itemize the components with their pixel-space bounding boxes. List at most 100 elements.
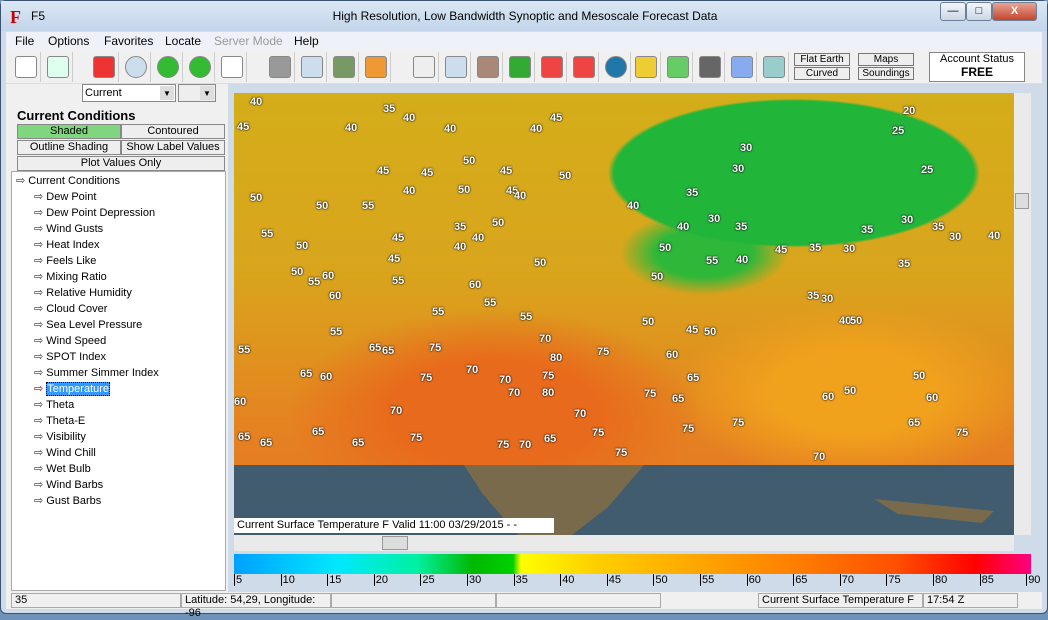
menu-locate[interactable]: Locate bbox=[165, 34, 201, 48]
tree-item-label: Current Conditions bbox=[28, 175, 120, 187]
tree-root[interactable]: ⇨ Current Conditions bbox=[16, 174, 120, 187]
map-value-label: 50 bbox=[463, 155, 476, 167]
tree-item-theta[interactable]: ⇨ Theta bbox=[34, 398, 74, 411]
tree-item-wet-bulb[interactable]: ⇨ Wet Bulb bbox=[34, 462, 91, 475]
minimize-button[interactable]: — bbox=[940, 2, 966, 21]
tree-item-theta-e[interactable]: ⇨ Theta-E bbox=[34, 414, 85, 427]
chevron-down-icon[interactable]: ▼ bbox=[200, 86, 214, 100]
tree-item-visibility[interactable]: ⇨ Visibility bbox=[34, 430, 86, 443]
map-value-label: 70 bbox=[539, 333, 552, 345]
satellite-button[interactable] bbox=[695, 52, 725, 82]
tree-item-summer-simmer-index[interactable]: ⇨ Summer Simmer Index bbox=[34, 366, 159, 379]
map-value-label: 65 bbox=[352, 437, 365, 449]
weather-map[interactable]: 40 35 40 45 40 40 40 45 20 25 30 50 30 25 50 45 45 45 50 35… bbox=[234, 93, 1014, 535]
map-value-label: 75 bbox=[410, 432, 423, 444]
tree-item-wind-gusts[interactable]: ⇨ Wind Gusts bbox=[34, 222, 103, 235]
curved-toggle[interactable]: Curved bbox=[794, 67, 850, 80]
scroll-thumb[interactable] bbox=[382, 536, 408, 550]
product-tree: ⇨ Current Conditions ⇨ Dew Point ⇨ Dew Poi… bbox=[11, 171, 226, 591]
tree-item-sea-level-pressure[interactable]: ⇨ Sea Level Pressure bbox=[34, 318, 142, 331]
tree-item-label: Mixing Ratio bbox=[46, 271, 107, 283]
map-value-label: 35 bbox=[735, 221, 748, 233]
tree-item-wind-chill[interactable]: ⇨ Wind Chill bbox=[34, 446, 96, 459]
tree-item-dew-point[interactable]: ⇨ Dew Point bbox=[34, 190, 96, 203]
clock-button[interactable] bbox=[121, 52, 151, 82]
colorbar-tick-label: 60 bbox=[746, 574, 761, 586]
zoom-out-button[interactable] bbox=[569, 52, 599, 82]
plane-button[interactable] bbox=[631, 52, 661, 82]
calculator-button[interactable] bbox=[727, 52, 757, 82]
map-vertical-scrollbar[interactable] bbox=[1014, 93, 1031, 535]
maps-toggle[interactable]: Maps bbox=[858, 53, 914, 66]
map-value-label: 70 bbox=[574, 408, 587, 420]
arrow-icon: ⇨ bbox=[34, 191, 47, 203]
back-arrow-button[interactable] bbox=[153, 52, 183, 82]
map-value-label: 50 bbox=[659, 242, 672, 254]
chevron-down-icon[interactable]: ▼ bbox=[160, 86, 174, 100]
tree-item-temperature[interactable]: ⇨ Temperature bbox=[34, 382, 111, 396]
show-label-values-button[interactable]: Show Label Values bbox=[121, 140, 225, 155]
tree-item-mixing-ratio[interactable]: ⇨ Mixing Ratio bbox=[34, 270, 107, 283]
menu-options[interactable]: Options bbox=[48, 34, 89, 48]
calculator-icon bbox=[730, 56, 753, 78]
arrow-icon: ⇨ bbox=[34, 383, 47, 395]
refresh-button[interactable] bbox=[43, 52, 73, 82]
colorbar-tick-label: 85 bbox=[979, 574, 994, 586]
globe-button[interactable] bbox=[601, 52, 631, 82]
tree-item-wind-speed[interactable]: ⇨ Wind Speed bbox=[34, 334, 106, 347]
tree-item-label: Theta bbox=[46, 399, 75, 411]
secondary-select[interactable]: ▼ bbox=[178, 84, 216, 102]
arrow-icon: ⇨ bbox=[34, 479, 47, 491]
outline-shading-button[interactable]: Outline Shading bbox=[17, 140, 121, 155]
screen-button[interactable] bbox=[265, 52, 295, 82]
map-horizontal-scrollbar[interactable] bbox=[234, 535, 1014, 551]
copy-button[interactable] bbox=[297, 52, 327, 82]
menu-favorites[interactable]: Favorites bbox=[104, 34, 153, 48]
tree-item-dew-point-depression[interactable]: ⇨ Dew Point Depression bbox=[34, 206, 155, 219]
map-value-label: 55 bbox=[432, 306, 445, 318]
map-value-label: 65 bbox=[382, 345, 395, 357]
tree-item-heat-index[interactable]: ⇨ Heat Index bbox=[34, 238, 99, 251]
time-select[interactable]: Current ▼ bbox=[82, 84, 176, 102]
arrow-icon: ⇨ bbox=[34, 415, 47, 427]
map-value-label: 45 bbox=[388, 253, 401, 265]
menu-help[interactable]: Help bbox=[294, 34, 319, 48]
radar-button[interactable] bbox=[663, 52, 693, 82]
tree-item-relative-humidity[interactable]: ⇨ Relative Humidity bbox=[34, 286, 132, 299]
tree-item-cloud-cover[interactable]: ⇨ Cloud Cover bbox=[34, 302, 107, 315]
scroll-thumb[interactable] bbox=[1015, 193, 1029, 209]
close-button[interactable]: X bbox=[992, 2, 1037, 21]
tree-item-wind-barbs[interactable]: ⇨ Wind Barbs bbox=[34, 478, 103, 491]
color-map-button[interactable] bbox=[89, 52, 119, 82]
map-value-label: 45 bbox=[377, 165, 390, 177]
magnifier-button[interactable] bbox=[409, 52, 439, 82]
new-document-button[interactable] bbox=[11, 52, 41, 82]
menu-file[interactable]: File bbox=[15, 34, 34, 48]
map-value-label: 55 bbox=[261, 228, 274, 240]
map-value-label: 35 bbox=[809, 242, 822, 254]
map-value-label: 65 bbox=[260, 437, 273, 449]
zoom-document-button[interactable] bbox=[441, 52, 471, 82]
flat-earth-toggle[interactable]: Flat Earth bbox=[794, 53, 850, 66]
maximize-button[interactable]: □ bbox=[966, 2, 992, 21]
map-value-label: 35 bbox=[932, 221, 945, 233]
forward-arrow-button[interactable] bbox=[185, 52, 215, 82]
zoom-in-icon bbox=[540, 56, 563, 78]
map-value-label: 50 bbox=[534, 257, 547, 269]
filmstrip-button[interactable] bbox=[217, 52, 247, 82]
tree-item-gust-barbs[interactable]: ⇨ Gust Barbs bbox=[34, 494, 101, 507]
tree-item-spot-index[interactable]: ⇨ SPOT Index bbox=[34, 350, 106, 363]
layers-button[interactable] bbox=[361, 52, 391, 82]
shaded-button[interactable]: Shaded bbox=[17, 124, 121, 139]
soundings-toggle[interactable]: Soundings bbox=[858, 67, 914, 80]
hurricane-button[interactable] bbox=[759, 52, 789, 82]
terrain-button[interactable] bbox=[329, 52, 359, 82]
contoured-button[interactable]: Contoured bbox=[121, 124, 225, 139]
zoom-in-button[interactable] bbox=[537, 52, 567, 82]
plot-values-only-button[interactable]: Plot Values Only bbox=[17, 156, 225, 171]
pan-hand-button[interactable] bbox=[473, 52, 503, 82]
tree-item-feels-like[interactable]: ⇨ Feels Like bbox=[34, 254, 96, 267]
home-button[interactable] bbox=[505, 52, 535, 82]
map-value-label: 35 bbox=[861, 224, 874, 236]
colorbar-tick-label: 15 bbox=[327, 574, 342, 586]
